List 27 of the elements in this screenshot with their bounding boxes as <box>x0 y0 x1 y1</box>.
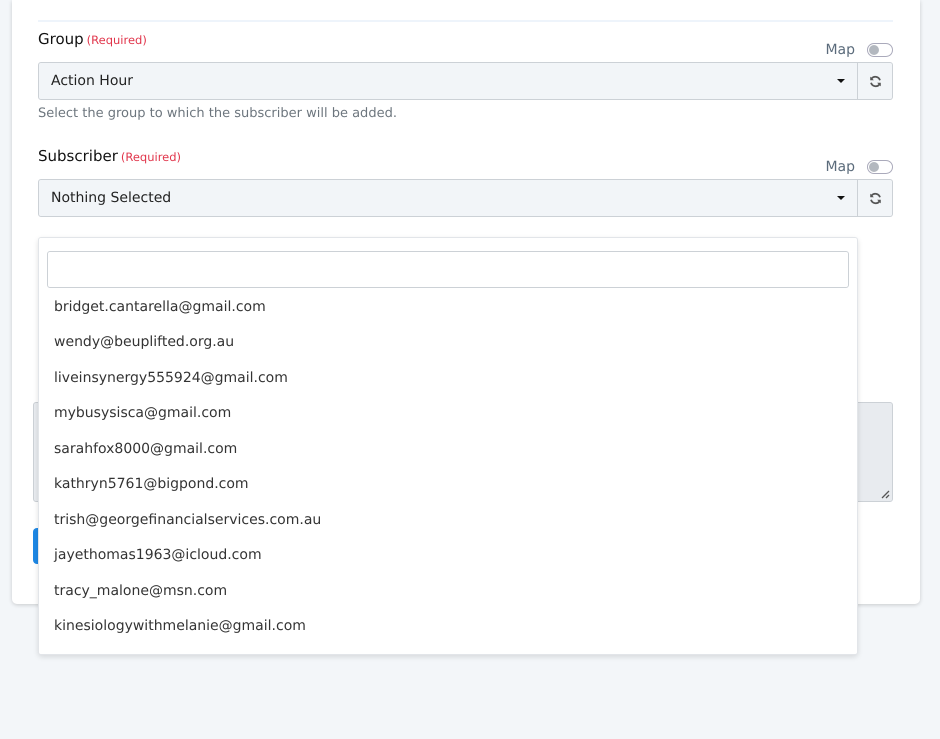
refresh-button[interactable] <box>858 179 893 217</box>
dropdown-option[interactable]: trish@georgefinancialservices.com.au <box>47 502 849 538</box>
dropdown-option[interactable]: mybusysisca@gmail.com <box>47 396 849 431</box>
map-label: Map <box>825 159 855 175</box>
required-note: (Required) <box>86 33 147 47</box>
dropdown-option[interactable]: liveinsynergy555924@gmail.com <box>47 360 849 396</box>
dropdown-option[interactable]: kathryn5761@bigpond.com <box>47 466 849 502</box>
field-label: Group <box>38 30 84 48</box>
refresh-icon <box>868 192 882 204</box>
refresh-icon <box>868 74 882 88</box>
select-field[interactable]: Action Hour <box>38 62 858 100</box>
dropdown-option[interactable]: sarahfox8000@gmail.com <box>47 431 849 466</box>
search-field[interactable] <box>47 251 849 288</box>
resize-grip-icon <box>881 490 890 499</box>
dropdown-option[interactable]: jayethomas1963@icloud.com <box>47 538 849 573</box>
refresh-button[interactable] <box>858 62 893 100</box>
dropdown-option[interactable]: tracy_malone@msn.com <box>47 573 849 608</box>
dropdown-option[interactable]: wendy@beuplifted.org.au <box>47 324 849 360</box>
dropdown-option[interactable]: kinesiologywithmelanie@gmail.com <box>47 608 849 644</box>
map-toggle[interactable] <box>867 43 893 57</box>
map-toggle[interactable] <box>867 160 893 174</box>
help-text: Select the group to which the subscriber will be added. <box>38 106 398 121</box>
field-label: Subscriber <box>38 147 118 165</box>
select-field[interactable]: Nothing Selected <box>38 179 858 217</box>
map-label: Map <box>825 42 855 58</box>
dropdown-option[interactable]: bridget.cantarella@gmail.com <box>47 289 849 324</box>
required-note: (Required) <box>120 150 182 164</box>
